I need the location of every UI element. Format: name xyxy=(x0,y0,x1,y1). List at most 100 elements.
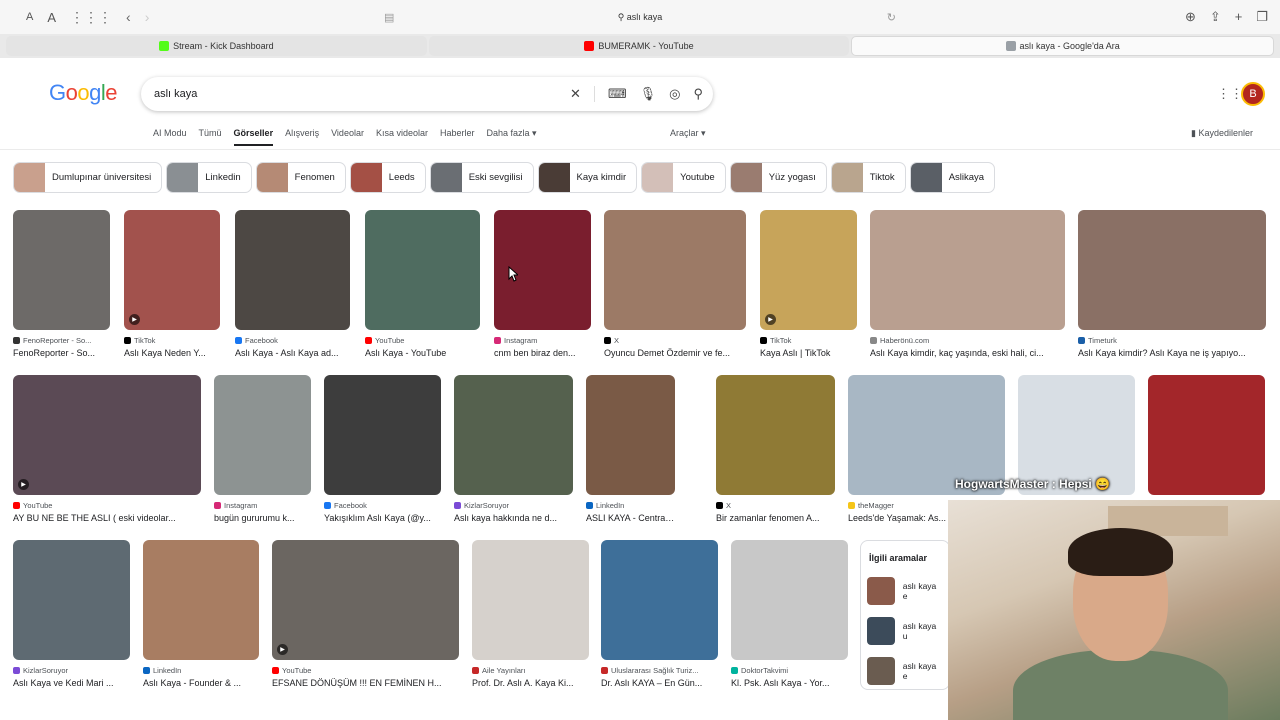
image-result[interactable]: Instagram bugün gururumu k... xyxy=(214,375,311,523)
image-result[interactable]: FenoReporter - So... FenoReporter - So... xyxy=(13,210,110,358)
image-title[interactable]: cnm ben biraz den... xyxy=(494,348,591,358)
image-thumbnail[interactable] xyxy=(454,375,573,495)
reload-icon[interactable]: ↻ xyxy=(887,11,896,24)
image-result[interactable]: ▶ YouTube EFSANE DÖNÜŞÜM !!! EN FEMİNEN H.… xyxy=(272,540,459,688)
image-title[interactable]: Kl. Psk. Aslı Kaya - Yor... xyxy=(731,678,848,688)
microphone-icon[interactable]: 🎙 xyxy=(640,86,657,102)
search-input[interactable] xyxy=(154,88,554,100)
image-thumbnail[interactable] xyxy=(731,540,848,660)
image-title[interactable]: EFSANE DÖNÜŞÜM !!! EN FEMİNEN H... xyxy=(272,678,459,688)
image-thumbnail[interactable] xyxy=(1148,375,1265,495)
font-smaller-button[interactable]: A xyxy=(26,11,33,23)
image-title[interactable]: Prof. Dr. Aslı A. Kaya Ki... xyxy=(472,678,589,688)
image-thumbnail[interactable]: ▶ xyxy=(760,210,857,330)
image-title[interactable]: Bir zamanlar fenomen A... xyxy=(716,513,835,523)
image-thumbnail[interactable]: ▶ xyxy=(272,540,459,660)
forward-icon[interactable]: › xyxy=(145,9,150,25)
image-title[interactable]: Kaya Aslı | TikTok xyxy=(760,348,857,358)
search-icon[interactable]: ⚲ xyxy=(693,86,703,102)
image-title[interactable]: Aslı Kaya Neden Y... xyxy=(124,348,220,358)
image-title[interactable]: Aslı Kaya ve Kedi Mari ... xyxy=(13,678,130,688)
image-result[interactable]: Haberönü.com Aslı Kaya kimdir, kaç yaşınd… xyxy=(870,210,1065,358)
image-result[interactable]: X Bir zamanlar fenomen A... xyxy=(716,375,835,523)
nav-images[interactable]: Görseller xyxy=(233,128,274,146)
image-title[interactable]: Dr. Aslı KAYA – En Gün... xyxy=(601,678,718,688)
share-icon[interactable]: ⇪ xyxy=(1210,9,1221,25)
image-thumbnail[interactable] xyxy=(365,210,480,330)
saved-link[interactable]: ▮ Kaydedilenler xyxy=(1191,128,1253,139)
image-result[interactable]: LinkedIn Aslı Kaya - Founder & ... xyxy=(143,540,259,688)
image-title[interactable]: Aslı kaya hakkında ne d... xyxy=(454,513,573,523)
image-title[interactable]: Aslı Kaya - Founder & ... xyxy=(143,678,259,688)
image-result[interactable]: Uluslararası Sağlık Turiz... Dr. Aslı KAY… xyxy=(601,540,718,688)
image-title[interactable]: Aslı Kaya kimdir? Aslı Kaya ne iş yapıyo… xyxy=(1078,348,1266,358)
image-thumbnail[interactable] xyxy=(716,375,835,495)
tab-youtube[interactable]: BUMERAMK - YouTube xyxy=(428,36,850,56)
image-thumbnail[interactable] xyxy=(235,210,350,330)
image-thumbnail[interactable] xyxy=(324,375,441,495)
image-result[interactable]: ▶ TikTok Kaya Aslı | TikTok xyxy=(760,210,857,358)
lens-icon[interactable]: ◎ xyxy=(669,86,680,102)
image-title[interactable]: Aslı Kaya - Aslı Kaya ad... xyxy=(235,348,350,358)
image-result[interactable]: DoktorTakvimi Kl. Psk. Aslı Kaya - Yor... xyxy=(731,540,848,688)
image-thumbnail[interactable] xyxy=(143,540,259,660)
image-title[interactable]: Oyuncu Demet Özdemir ve fe... xyxy=(604,348,746,358)
image-result[interactable]: KizlarSoruyor Aslı kaya hakkında ne d... xyxy=(454,375,573,523)
nav-short-videos[interactable]: Kısa videolar xyxy=(376,128,428,146)
image-thumbnail[interactable]: ▶ xyxy=(13,375,201,495)
image-thumbnail[interactable] xyxy=(586,375,675,495)
image-thumbnail[interactable] xyxy=(214,375,311,495)
image-result[interactable]: Facebook Aslı Kaya - Aslı Kaya ad... xyxy=(235,210,350,358)
grid-icon[interactable]: ⋮⋮⋮ xyxy=(70,9,112,26)
chip[interactable]: Yüz yogası xyxy=(729,162,827,193)
image-result[interactable]: Aile Yayınları Prof. Dr. Aslı A. Kaya Ki.… xyxy=(472,540,589,688)
related-item[interactable]: aslı kaya u xyxy=(861,611,949,651)
image-thumbnail[interactable] xyxy=(604,210,746,330)
image-thumbnail[interactable]: ▶ xyxy=(124,210,220,330)
nav-news[interactable]: Haberler xyxy=(440,128,475,146)
clear-icon[interactable]: ✕ xyxy=(570,86,581,102)
avatar[interactable]: B xyxy=(1241,82,1265,106)
tab-overview-icon[interactable]: ❐ xyxy=(1256,9,1268,25)
image-result[interactable]: Facebook Yakışıklım Aslı Kaya (@y... xyxy=(324,375,441,523)
reader-icon[interactable]: ▤ xyxy=(384,11,394,24)
image-result[interactable] xyxy=(1148,375,1265,495)
image-thumbnail[interactable] xyxy=(1078,210,1266,330)
google-logo[interactable]: Google xyxy=(49,80,118,106)
nav-all[interactable]: Tümü xyxy=(199,128,222,146)
image-result[interactable]: KizlarSoruyor Aslı Kaya ve Kedi Mari ... xyxy=(13,540,130,688)
chip[interactable]: Youtube xyxy=(641,162,726,193)
nav-more[interactable]: Daha fazla ▾ xyxy=(487,128,537,146)
image-thumbnail[interactable] xyxy=(13,540,130,660)
keyboard-icon[interactable]: ⌨ xyxy=(608,86,627,102)
image-thumbnail[interactable] xyxy=(472,540,589,660)
image-result[interactable]: YouTube Aslı Kaya - YouTube xyxy=(365,210,480,358)
image-thumbnail[interactable] xyxy=(870,210,1065,330)
address-bar[interactable]: ▤ ⚲ aslı kaya ↻ xyxy=(380,6,900,28)
new-tab-icon[interactable]: + xyxy=(1235,9,1243,25)
tab-kick[interactable]: Stream - Kick Dashboard xyxy=(6,36,427,56)
image-result[interactable]: LinkedIn ASLI KAYA - Central Ba... xyxy=(586,375,675,523)
chip[interactable]: Linkedin xyxy=(166,162,252,193)
chip[interactable]: Leeds xyxy=(349,162,426,193)
chip[interactable]: Kaya kimdir xyxy=(537,162,638,193)
nav-videos[interactable]: Videolar xyxy=(331,128,364,146)
image-result[interactable]: ▶ YouTube AY BU NE BE THE ASLI ( eski vide… xyxy=(13,375,201,523)
related-item[interactable]: aslı kaya e xyxy=(861,651,949,691)
font-larger-button[interactable]: A xyxy=(47,10,56,25)
image-title[interactable]: FenoReporter - So... xyxy=(13,348,110,358)
chip[interactable]: Aslikaya xyxy=(909,162,996,193)
chip[interactable]: Tiktok xyxy=(830,162,906,193)
download-icon[interactable]: ⊕ xyxy=(1185,9,1196,25)
image-title[interactable]: bugün gururumu k... xyxy=(214,513,311,523)
image-title[interactable]: AY BU NE BE THE ASLI ( eski videolar... xyxy=(13,513,201,523)
tools-button[interactable]: Araçlar ▾ xyxy=(670,128,706,139)
image-result[interactable]: Timeturk Aslı Kaya kimdir? Aslı Kaya ne i… xyxy=(1078,210,1266,358)
image-title[interactable]: Aslı Kaya kimdir, kaç yaşında, eski hali… xyxy=(870,348,1065,358)
chip[interactable]: Dumlupınar üniversitesi xyxy=(13,162,163,193)
image-result[interactable]: Instagram cnm ben biraz den... xyxy=(494,210,591,358)
back-icon[interactable]: ‹ xyxy=(126,9,131,25)
chip[interactable]: Fenomen xyxy=(255,162,346,193)
nav-ai-mode[interactable]: AI Modu xyxy=(153,128,187,146)
tab-google[interactable]: aslı kaya - Google'da Ara xyxy=(851,36,1275,56)
